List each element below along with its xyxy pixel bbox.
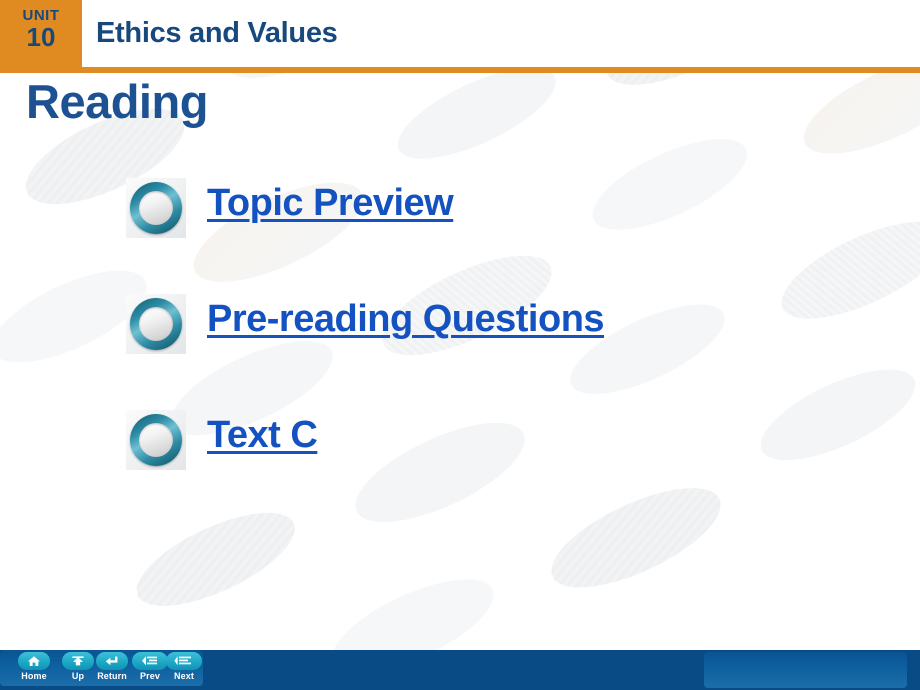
sphere-bullet-icon xyxy=(126,294,186,354)
page-title: Reading xyxy=(26,75,208,128)
bullet-inner-dome xyxy=(139,307,173,341)
up-arrow-icon xyxy=(72,656,84,666)
link-topic-preview[interactable]: Topic Preview xyxy=(207,180,454,226)
bullet-ring xyxy=(130,414,182,466)
list-item[interactable]: Text C xyxy=(0,407,920,523)
nav-button-panel xyxy=(704,652,907,688)
next-list-icon xyxy=(174,656,191,666)
unit-badge-number: 10 xyxy=(26,22,56,52)
link-text-c[interactable]: Text C xyxy=(207,412,318,458)
unit-badge: UNIT 10 xyxy=(0,0,82,73)
list-item[interactable]: Topic Preview xyxy=(0,175,920,291)
slide-canvas: UNIT 10 Ethics and Values Reading Topic … xyxy=(0,0,920,690)
nav-button-group: Home Up Return Prev Next xyxy=(0,650,203,686)
bullet-inner-dome xyxy=(139,191,173,225)
return-arrow-icon xyxy=(105,656,118,666)
section-link-list: Topic Preview Pre-reading Questions Text… xyxy=(0,175,920,523)
nav-next-label: Next xyxy=(174,671,194,681)
bullet-ring xyxy=(130,182,182,234)
bullet-ring xyxy=(130,298,182,350)
bullet-inner-dome xyxy=(139,423,173,457)
list-item[interactable]: Pre-reading Questions xyxy=(0,291,920,407)
prev-list-icon xyxy=(142,656,157,666)
slide-header: UNIT 10 Ethics and Values xyxy=(0,0,920,73)
nav-home-button[interactable]: Home xyxy=(16,652,52,686)
home-icon xyxy=(28,656,40,666)
bottom-navigation-bar: Home Up Return Prev Next xyxy=(0,650,920,690)
sphere-bullet-icon xyxy=(126,410,186,470)
link-pre-reading-questions[interactable]: Pre-reading Questions xyxy=(207,296,605,342)
sphere-bullet-icon xyxy=(126,178,186,238)
header-divider-rule xyxy=(0,67,920,73)
nav-next-button[interactable]: Next xyxy=(166,652,202,686)
unit-title: Ethics and Values xyxy=(96,17,338,49)
